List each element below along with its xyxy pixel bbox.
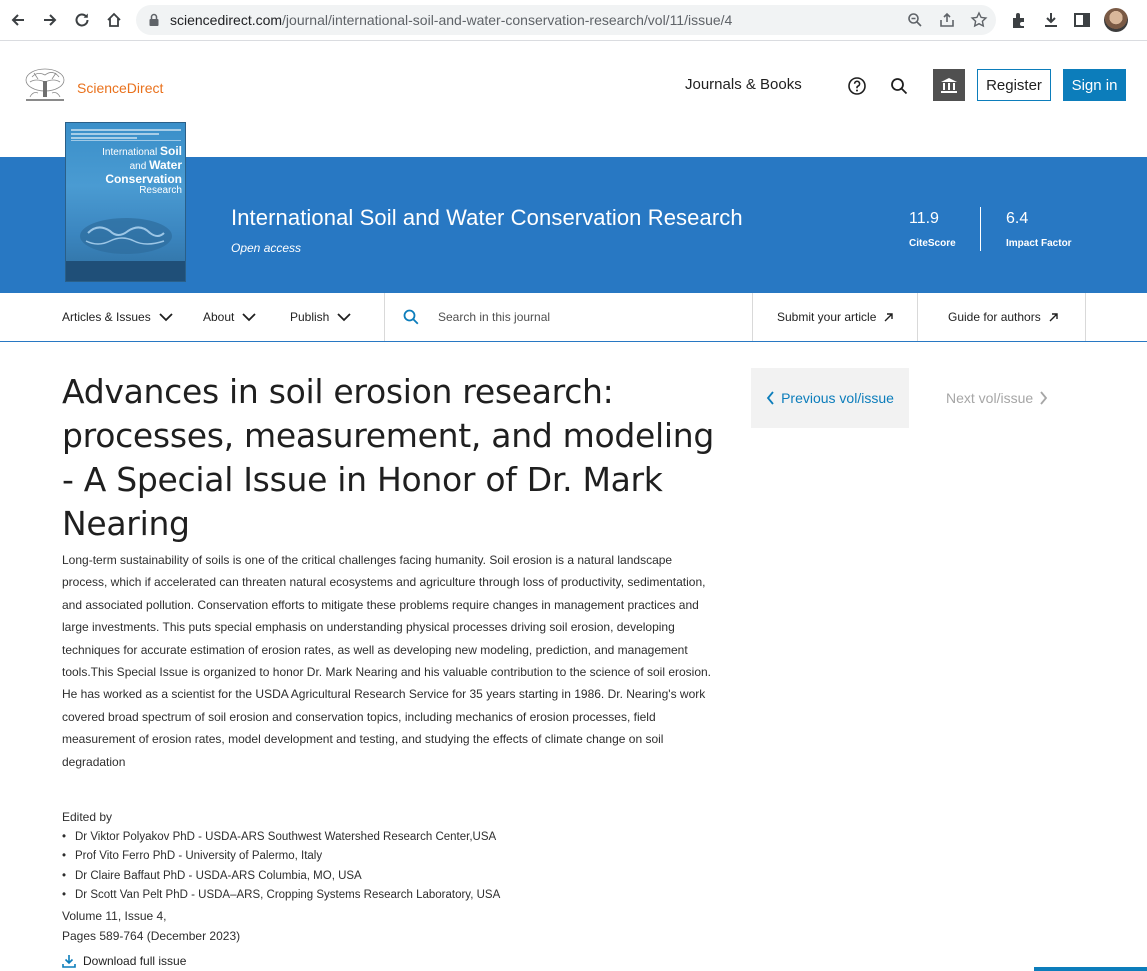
lock-icon bbox=[149, 13, 159, 26]
metric-divider bbox=[980, 207, 981, 251]
issue-title: Advances in soil erosion research: proce… bbox=[62, 372, 715, 543]
journal-search-icon[interactable] bbox=[402, 308, 420, 326]
download-icon[interactable] bbox=[1041, 10, 1061, 30]
guide-authors-label: Guide for authors bbox=[948, 310, 1041, 324]
next-issue-label: Next vol/issue bbox=[946, 390, 1034, 406]
impact-factor-label[interactable]: Impact Factor bbox=[1006, 238, 1072, 249]
browser-toolbar: sciencedirect.com/journal/international-… bbox=[0, 0, 1147, 41]
home-icon[interactable] bbox=[103, 9, 125, 31]
impact-factor-value: 6.4 bbox=[1006, 210, 1029, 227]
volume-info: Volume 11, Issue 4, bbox=[62, 909, 167, 923]
about-label: About bbox=[203, 310, 235, 324]
download-full-issue-link[interactable]: Download full issue bbox=[62, 954, 186, 968]
url-text: sciencedirect.com/journal/international-… bbox=[170, 12, 733, 28]
forward-icon[interactable] bbox=[39, 9, 61, 31]
submit-article-label: Submit your article bbox=[777, 310, 877, 324]
journal-title[interactable]: International Soil and Water Conservatio… bbox=[231, 205, 743, 231]
back-icon[interactable] bbox=[7, 9, 29, 31]
publish-label: Publish bbox=[290, 310, 330, 324]
chevron-down-icon bbox=[337, 313, 351, 322]
previous-issue-button[interactable]: Previous vol/issue bbox=[751, 368, 909, 428]
extensions-icon[interactable] bbox=[1009, 10, 1029, 30]
articles-issues-label: Articles & Issues bbox=[62, 310, 151, 324]
publish-menu[interactable]: Publish bbox=[290, 310, 351, 324]
journal-cover-image[interactable]: International Soil and Water Conservatio… bbox=[65, 122, 186, 282]
next-issue-button[interactable]: Next vol/issue bbox=[946, 368, 1066, 428]
nav-divider bbox=[752, 293, 753, 341]
cover-header-lines bbox=[71, 127, 181, 141]
external-arrow-icon bbox=[884, 312, 894, 321]
share-icon[interactable] bbox=[938, 11, 956, 29]
download-full-issue-label: Download full issue bbox=[83, 954, 187, 968]
list-item: Prof Vito Ferro PhD - University of Pale… bbox=[62, 847, 500, 866]
edited-by-label: Edited by bbox=[62, 810, 113, 824]
guide-authors-link[interactable]: Guide for authors bbox=[948, 310, 1058, 324]
address-bar[interactable]: sciencedirect.com/journal/international-… bbox=[136, 5, 996, 35]
signin-button[interactable]: Sign in bbox=[1063, 69, 1126, 101]
profile-avatar[interactable] bbox=[1104, 8, 1128, 32]
cover-title: International Soil and Water Conservatio… bbox=[102, 144, 182, 196]
sidepanel-icon[interactable] bbox=[1072, 10, 1092, 30]
download-icon bbox=[62, 955, 76, 968]
elsevier-tree-logo[interactable] bbox=[22, 67, 68, 105]
chevron-right-icon bbox=[1040, 391, 1048, 405]
pages-info: Pages 589-764 (December 2023) bbox=[62, 929, 241, 943]
sciencedirect-logo[interactable]: ScienceDirect bbox=[77, 80, 163, 96]
star-icon[interactable] bbox=[970, 11, 988, 29]
feedback-tab[interactable] bbox=[1034, 967, 1147, 971]
nav-divider bbox=[1085, 293, 1086, 341]
chevron-left-icon bbox=[766, 391, 774, 405]
about-menu[interactable]: About bbox=[203, 310, 256, 324]
institution-button[interactable] bbox=[933, 69, 965, 101]
help-icon[interactable] bbox=[847, 76, 867, 96]
chevron-down-icon bbox=[159, 313, 173, 322]
issue-description: Long-term sustainability of soils is one… bbox=[62, 553, 712, 769]
list-item: Dr Viktor Polyakov PhD - USDA-ARS Southw… bbox=[62, 828, 500, 847]
list-item: Dr Scott Van Pelt PhD - USDA–ARS, Croppi… bbox=[62, 886, 500, 905]
journals-books-link[interactable]: Journals & Books bbox=[685, 76, 802, 93]
previous-issue-label: Previous vol/issue bbox=[781, 390, 894, 406]
citescore-label[interactable]: CiteScore bbox=[909, 238, 956, 249]
list-item: Dr Claire Baffaut PhD - USDA-ARS Columbi… bbox=[62, 867, 500, 886]
open-access-label: Open access bbox=[231, 241, 302, 255]
journal-nav: Articles & Issues About Publish Submit y… bbox=[0, 293, 1147, 342]
articles-issues-menu[interactable]: Articles & Issues bbox=[62, 310, 173, 324]
register-button[interactable]: Register bbox=[977, 69, 1051, 101]
cover-globe-graphic bbox=[80, 218, 172, 254]
editors-list: Dr Viktor Polyakov PhD - USDA-ARS Southw… bbox=[62, 828, 500, 905]
search-icon[interactable] bbox=[889, 76, 909, 96]
chevron-down-icon bbox=[242, 313, 256, 322]
journal-search-input[interactable] bbox=[430, 303, 730, 331]
zoom-icon[interactable] bbox=[906, 11, 924, 29]
submit-article-link[interactable]: Submit your article bbox=[777, 310, 894, 324]
institution-icon bbox=[941, 78, 957, 93]
external-arrow-icon bbox=[1049, 312, 1058, 321]
nav-divider bbox=[917, 293, 918, 341]
nav-divider bbox=[384, 293, 385, 341]
cover-footer bbox=[66, 261, 185, 281]
reload-icon[interactable] bbox=[71, 9, 93, 31]
citescore-value: 11.9 bbox=[909, 210, 939, 227]
